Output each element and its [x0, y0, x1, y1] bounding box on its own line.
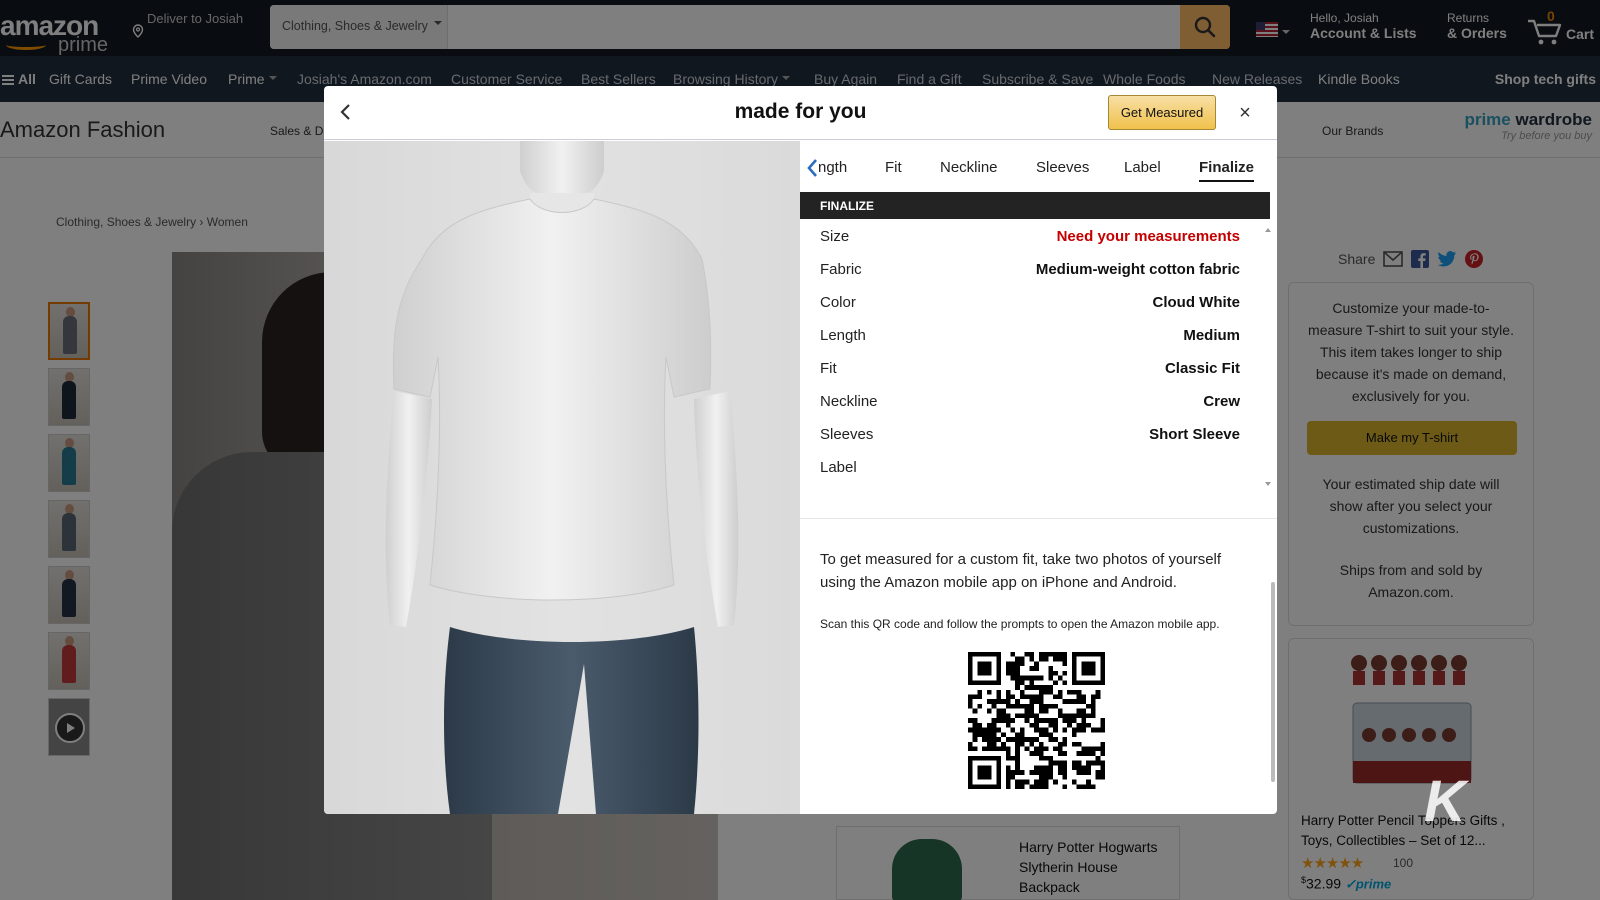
- mannequin-figure: [385, 141, 739, 814]
- qr-code[interactable]: [968, 652, 1105, 789]
- summary-row[interactable]: Fit Classic Fit: [820, 360, 1240, 377]
- summary-scrollbar[interactable]: [1264, 226, 1272, 488]
- tab-length[interactable]: ngth: [818, 159, 847, 176]
- qr-instructions: Scan this QR code and follow the prompts…: [820, 617, 1220, 631]
- modal-header: made for you Get Measured ×: [324, 86, 1277, 140]
- row-label: Fit: [820, 360, 837, 377]
- row-label: Color: [820, 294, 856, 311]
- summary-row[interactable]: Sleeves Short Sleeve: [820, 426, 1240, 443]
- 3d-model-preview[interactable]: [324, 141, 800, 814]
- row-value: Medium: [1183, 327, 1240, 344]
- row-value: Medium-weight cotton fabric: [1035, 261, 1240, 278]
- summary-row[interactable]: Size Need your measurements: [820, 228, 1240, 245]
- row-value: Crew: [1203, 393, 1240, 410]
- made-for-you-modal: made for you Get Measured × ngth Fit Nec…: [324, 86, 1277, 814]
- divider: [800, 518, 1277, 519]
- summary-row[interactable]: Neckline Crew: [820, 393, 1240, 410]
- row-label: Label: [820, 459, 857, 476]
- finalize-summary: Size Need your measurements Fabric Medium-…: [800, 220, 1260, 490]
- row-label: Length: [820, 327, 866, 344]
- row-value: Cloud White: [1152, 294, 1240, 311]
- row-label: Neckline: [820, 393, 878, 410]
- measure-instructions: To get measured for a custom fit, take t…: [820, 551, 1222, 591]
- section-header: FINALIZE: [800, 192, 1270, 219]
- customization-tabs: ngth Fit Neckline Sleeves Label Finalize: [800, 141, 1277, 191]
- tab-fit[interactable]: Fit: [885, 159, 902, 176]
- row-label: Sleeves: [820, 426, 874, 443]
- summary-row[interactable]: Length Medium: [820, 327, 1240, 344]
- tab-label[interactable]: Label: [1124, 159, 1161, 176]
- amazon-page: amazon prime Deliver to Josiah Clothing,…: [0, 0, 1600, 900]
- modal-scrollbar[interactable]: [1271, 582, 1275, 782]
- summary-row[interactable]: Color Cloud White: [820, 294, 1240, 311]
- watermark-logo: K: [1424, 769, 1466, 834]
- close-icon[interactable]: ×: [1232, 100, 1258, 126]
- row-value: Need your measurements: [1056, 228, 1240, 245]
- row-label: Fabric: [820, 261, 862, 278]
- get-measured-button[interactable]: Get Measured: [1108, 95, 1216, 130]
- row-value: Short Sleeve: [1149, 426, 1240, 443]
- tab-finalize[interactable]: Finalize: [1199, 159, 1255, 182]
- chevron-left-icon[interactable]: [806, 158, 818, 178]
- summary-row[interactable]: Label: [820, 459, 1240, 476]
- tab-sleeves[interactable]: Sleeves: [1036, 159, 1089, 176]
- summary-row[interactable]: Fabric Medium-weight cotton fabric: [820, 261, 1240, 278]
- tab-neckline[interactable]: Neckline: [940, 159, 998, 176]
- row-value: Classic Fit: [1164, 360, 1240, 377]
- row-label: Size: [820, 228, 850, 245]
